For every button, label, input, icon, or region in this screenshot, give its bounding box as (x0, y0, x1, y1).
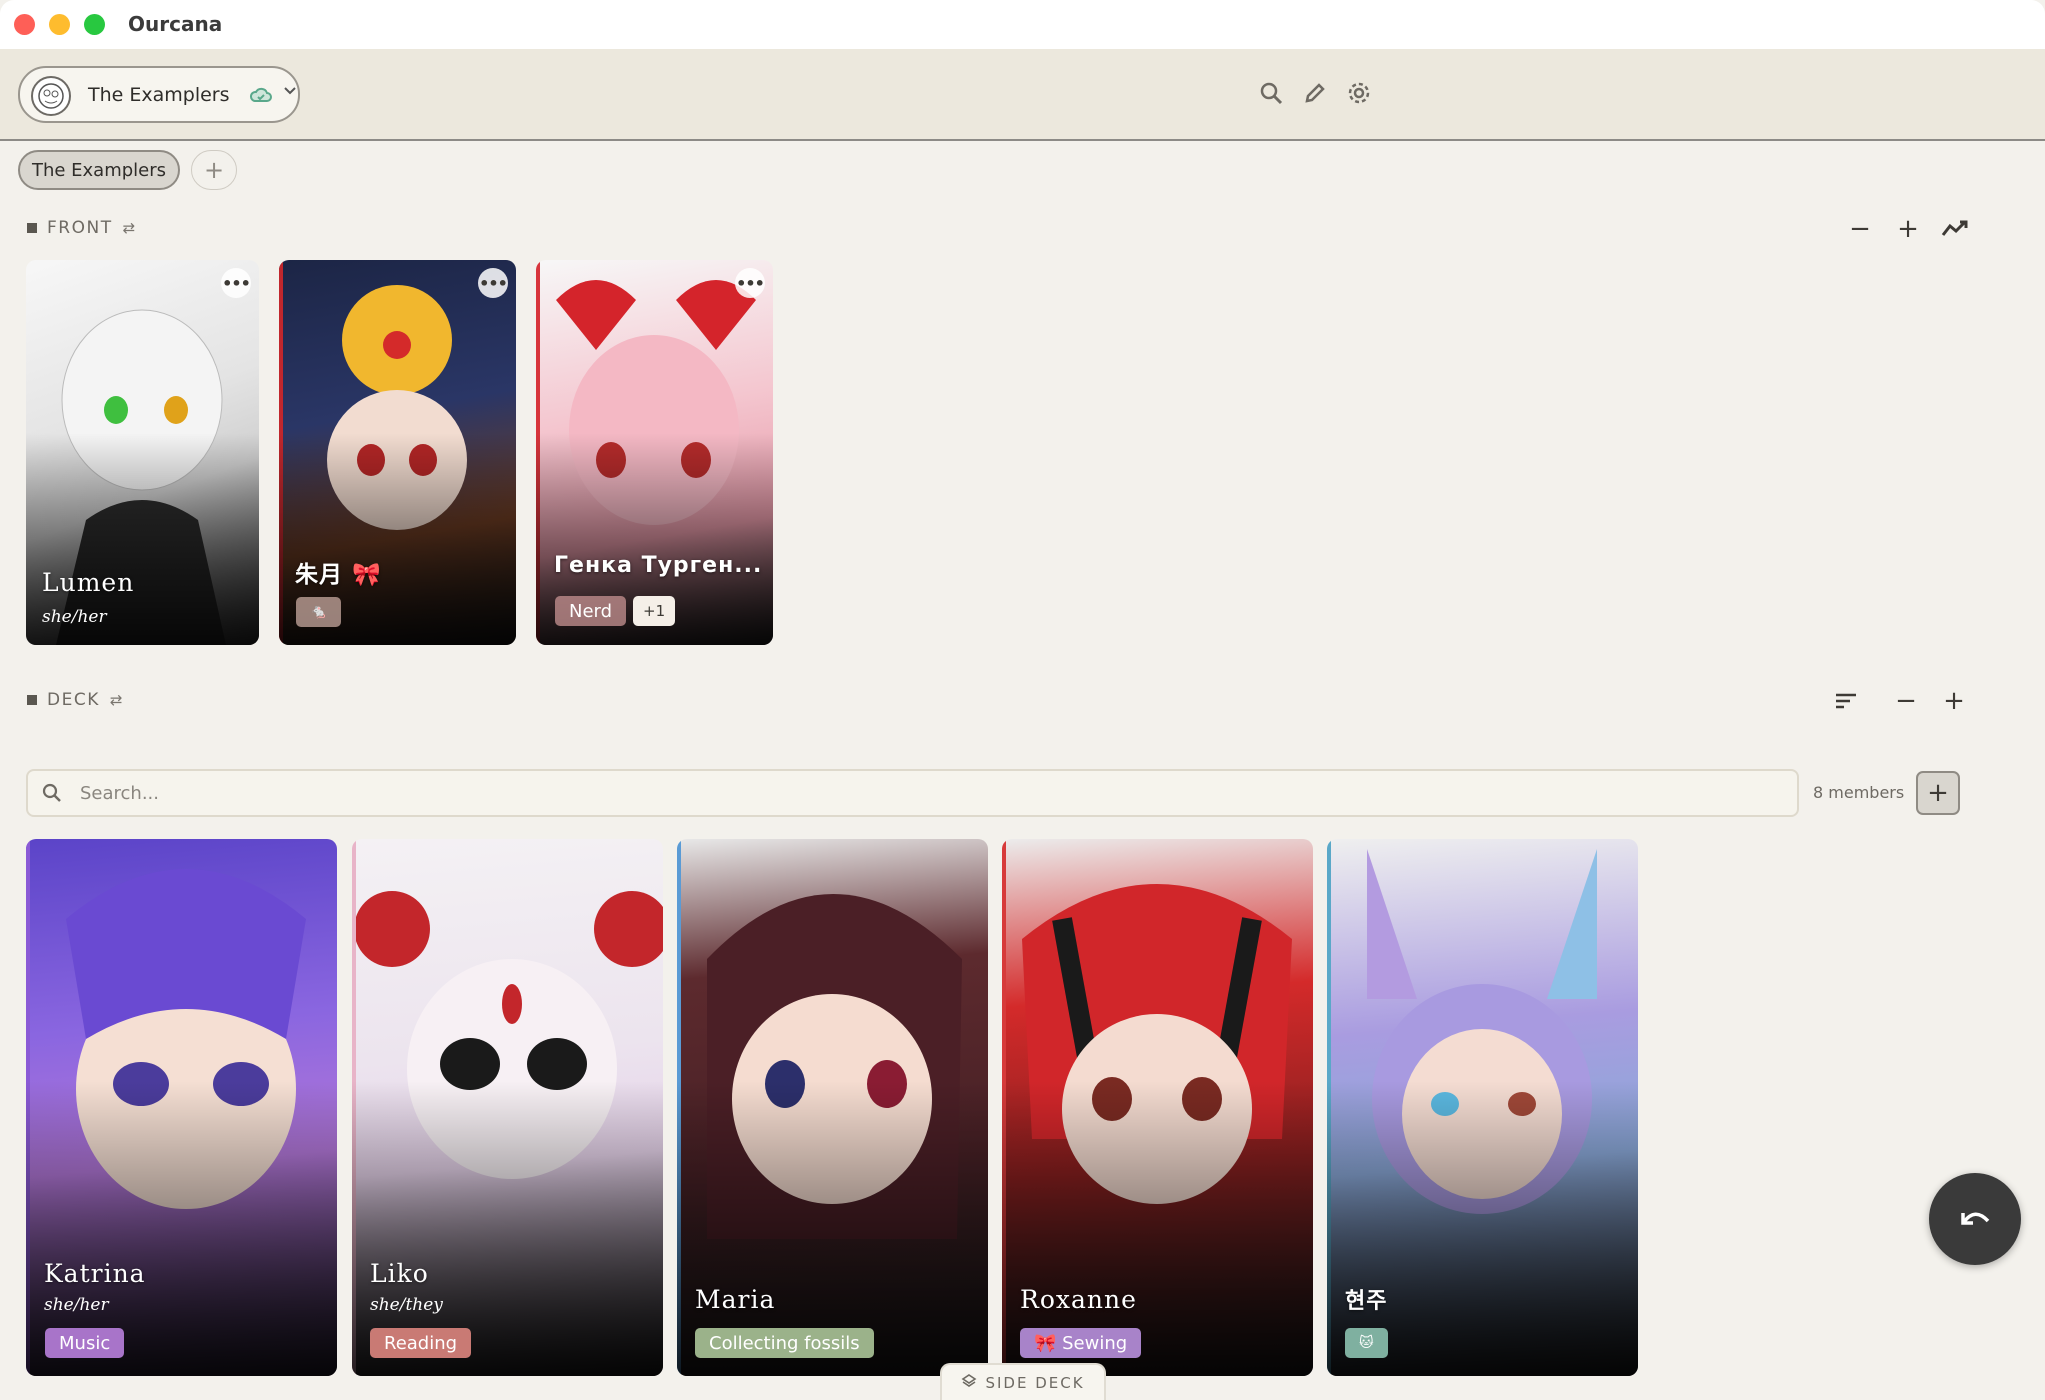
section-marker (27, 695, 37, 705)
search-input[interactable] (80, 779, 1730, 807)
deck-card-maria[interactable]: Maria Collecting fossils (677, 839, 988, 1376)
gear-icon[interactable] (1346, 80, 1372, 106)
member-name: Lumen (42, 568, 135, 597)
front-card-lumen[interactable]: ••• Lumen she/her (26, 260, 259, 645)
layers-icon (961, 1373, 977, 1393)
swap-icon[interactable]: ⇄ (110, 691, 124, 709)
header-bar: The Examplers (0, 49, 2045, 141)
analytics-icon[interactable] (1941, 215, 1969, 243)
member-pronouns: she/her (44, 1295, 109, 1315)
deck-card-hyunju[interactable]: 현주 🐱 (1327, 839, 1638, 1376)
front-card-genka[interactable]: ••• Генка Турген... Nerd +1 (536, 260, 773, 645)
minimize-window-button[interactable] (49, 14, 70, 35)
member-name: 朱月 🎀 (295, 562, 382, 588)
front-section-header: FRONT ⇄ (27, 218, 137, 238)
front-zoom-out-button[interactable]: − (1846, 214, 1874, 244)
member-name: Liko (370, 1259, 429, 1288)
member-tag: Collecting fossils (695, 1328, 874, 1358)
member-name: 현주 (1345, 1289, 1388, 1314)
side-deck-label: SIDE DECK (985, 1373, 1085, 1392)
deck-search (26, 769, 1799, 817)
deck-card-roxanne[interactable]: Roxanne 🎀 Sewing (1002, 839, 1313, 1376)
search-icon[interactable] (1258, 80, 1284, 106)
undo-button[interactable] (1929, 1173, 2021, 1265)
cloud-sync-icon (248, 83, 274, 109)
card-more-button[interactable]: ••• (478, 268, 508, 298)
member-tag: 🎀 Sewing (1020, 1328, 1142, 1358)
deck-label: DECK (47, 690, 100, 710)
member-pronouns: she/her (42, 607, 107, 627)
close-window-button[interactable] (14, 14, 35, 35)
member-name: Maria (695, 1285, 776, 1314)
card-more-button[interactable]: ••• (221, 268, 251, 298)
deck-card-katrina[interactable]: Katrina she/her Music (26, 839, 337, 1376)
system-switcher[interactable]: The Examplers (18, 66, 300, 123)
deck-card-liko[interactable]: Liko she/they Reading (352, 839, 663, 1376)
chevron-down-icon (282, 82, 298, 103)
member-tag: Nerd (555, 596, 627, 626)
zoom-window-button[interactable] (84, 14, 105, 35)
deck-section-header: DECK ⇄ (27, 690, 124, 710)
swap-icon[interactable]: ⇄ (123, 219, 137, 237)
member-tag: 🐁 (296, 597, 342, 627)
member-pronouns: she/they (370, 1295, 443, 1315)
card-more-button[interactable]: ••• (735, 268, 765, 298)
app-title: Ourcana (128, 12, 223, 36)
tab-the-examplers[interactable]: The Examplers (18, 150, 180, 190)
member-tag: Reading (370, 1328, 472, 1358)
system-name: The Examplers (88, 84, 230, 106)
front-card-zhuyue[interactable]: ••• 朱月 🎀 🐁 (279, 260, 516, 645)
member-tag: Music (45, 1328, 125, 1358)
section-marker (27, 223, 37, 233)
title-bar: Ourcana (0, 0, 2045, 49)
sort-icon[interactable] (1832, 687, 1860, 715)
pencil-icon[interactable] (1302, 80, 1328, 106)
member-name: Katrina (44, 1259, 146, 1288)
member-name: Генка Турген... (554, 553, 763, 578)
add-tab-button[interactable]: + (191, 150, 237, 190)
add-member-button[interactable]: + (1916, 771, 1960, 815)
header-actions (1258, 80, 1372, 106)
front-zoom-in-button[interactable]: + (1894, 214, 1922, 244)
member-count: 8 members (1813, 783, 1905, 802)
more-tags-badge[interactable]: +1 (633, 596, 676, 626)
member-name: Roxanne (1020, 1285, 1137, 1314)
member-tag: 🐱 (1345, 1328, 1388, 1358)
deck-zoom-in-button[interactable]: + (1940, 686, 1968, 716)
side-deck-tab[interactable]: SIDE DECK (940, 1363, 1106, 1400)
front-label: FRONT (47, 218, 113, 238)
search-icon (42, 783, 62, 807)
deck-zoom-out-button[interactable]: − (1892, 686, 1920, 716)
system-avatar (31, 76, 71, 116)
